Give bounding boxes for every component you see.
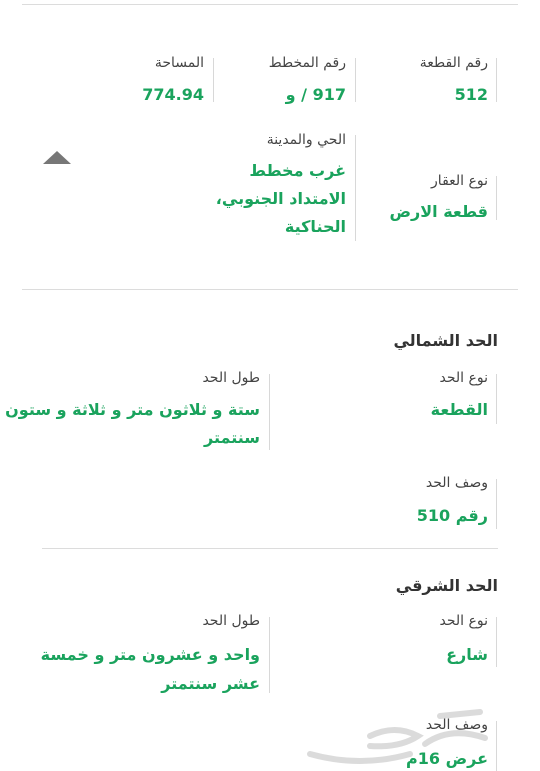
plan-number-label: رقم المخطط [268,55,346,71]
district-city-value-line-1: غرب مخطط [249,161,346,180]
plot-number-label: رقم القطعة [419,55,488,71]
section-divider [42,548,498,549]
area-label: المساحة [154,55,204,71]
east-boundary-type-label: نوع الحد [439,613,488,629]
property-type-value: قطعة الارض [389,202,489,221]
field-separator [213,58,214,102]
field-separator [269,617,270,693]
haraj-logo-watermark [307,709,488,764]
field-separator [496,176,497,220]
collapse-toggle-button[interactable] [40,148,74,168]
north-boundary-description-label: وصف الحد [425,475,488,491]
north-boundary-type-value: القطعة [430,400,488,419]
triangle-up-icon [43,151,71,164]
field-separator [269,374,270,450]
plan-number-value: 917 / و [285,85,346,104]
north-boundary-type-label: نوع الحد [439,370,488,386]
section-divider [22,289,518,290]
district-city-value-line-3: الحناكية [284,217,346,236]
field-separator [496,479,497,529]
top-divider [22,4,518,5]
east-boundary-title: الحد الشرقي [395,576,498,595]
plot-number-value: 512 [454,85,488,104]
field-separator [496,58,497,102]
district-city-label: الحي والمدينة [266,132,346,148]
east-boundary-length-label: طول الحد [202,613,260,629]
north-boundary-description-value: رقم 510 [416,506,488,525]
east-boundary-type-value: شارع [446,645,488,664]
north-boundary-length-line-1: ستة و ثلاثون متر و ثلاثة و ستون [5,400,260,419]
property-type-label: نوع العقار [431,173,488,189]
north-boundary-title: الحد الشمالي [393,331,498,350]
field-separator [355,135,356,241]
field-separator [496,374,497,424]
east-boundary-length-line-2: عشر سنتمتر [161,674,260,693]
area-value: 774.94 [142,85,204,104]
east-boundary-length-line-1: واحد و عشرون متر و خمسة [40,645,260,664]
field-separator [355,58,356,102]
north-boundary-length-line-2: سنتمتر [203,428,260,447]
field-separator [496,617,497,667]
north-boundary-length-label: طول الحد [202,370,260,386]
district-city-value-line-2: الامتداد الجنوبي، [215,189,346,208]
